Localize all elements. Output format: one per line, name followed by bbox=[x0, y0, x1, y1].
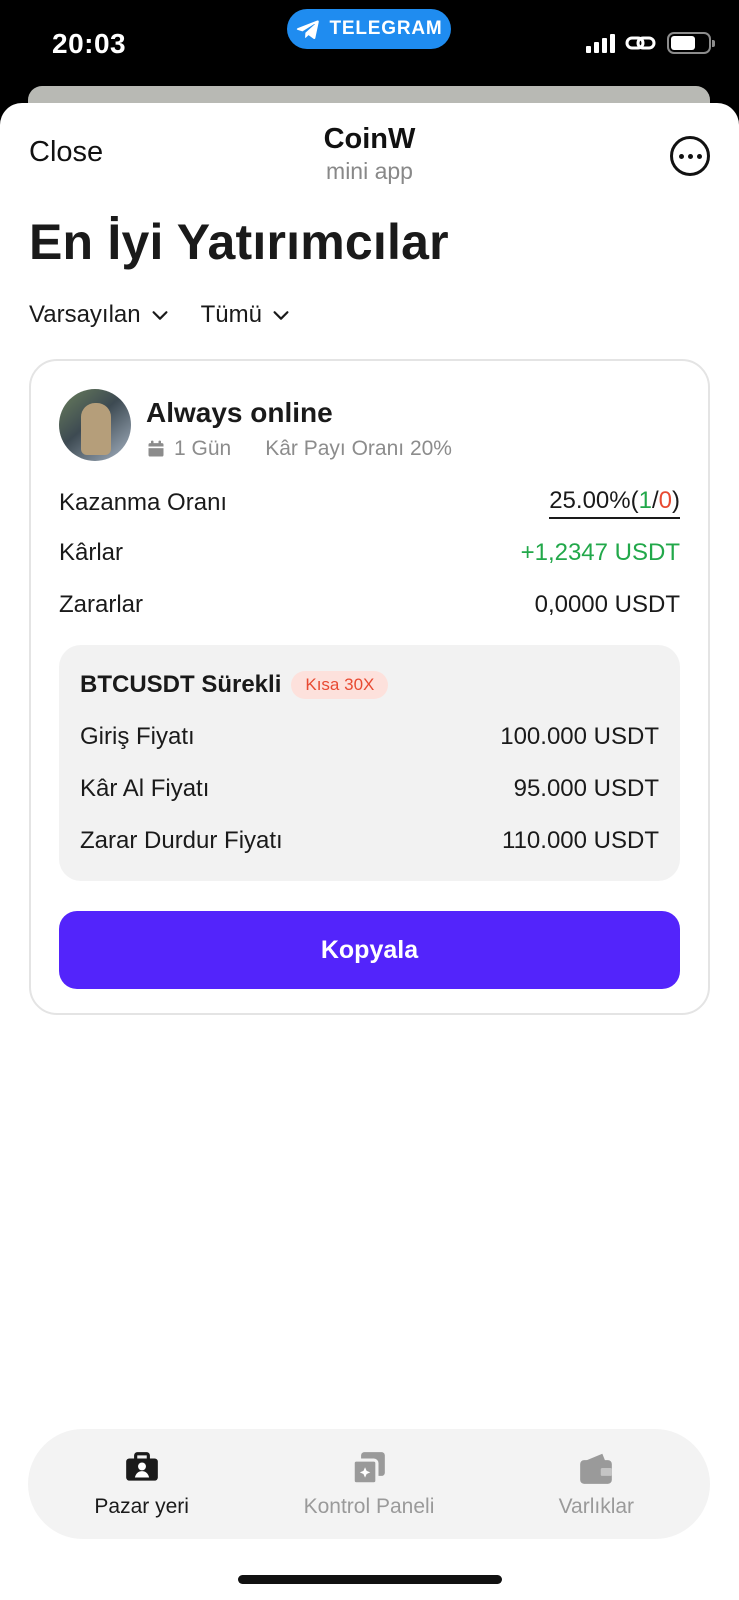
nav-dashboard[interactable]: Kontrol Paneli bbox=[269, 1449, 469, 1519]
trader-meta: 1 Gün Kâr Payı Oranı 20% bbox=[146, 437, 452, 461]
status-icons bbox=[586, 32, 715, 54]
battery-icon bbox=[667, 32, 715, 54]
calendar-icon bbox=[148, 440, 164, 457]
scope-filter-dropdown[interactable]: Tümü bbox=[201, 301, 292, 329]
take-profit-label: Kâr Al Fiyatı bbox=[80, 775, 210, 802]
position-symbol: BTCUSDT Sürekli bbox=[80, 671, 282, 698]
sort-filter-dropdown[interactable]: Varsayılan bbox=[29, 301, 171, 329]
nav-assets[interactable]: Varlıklar bbox=[496, 1449, 696, 1519]
stop-loss-row: Zarar Durdur Fiyatı 110.000 USDT bbox=[80, 827, 659, 855]
telegram-icon bbox=[297, 20, 320, 40]
app-title: CoinW bbox=[323, 123, 416, 155]
trader-name[interactable]: Always online bbox=[146, 397, 333, 429]
win-rate-value[interactable]: 25.00%(1/0) bbox=[549, 487, 680, 519]
filter-bar: Varsayılan Tümü bbox=[29, 301, 292, 329]
mini-app-sheet: Close CoinW mini app En İyi Yatırımcılar… bbox=[0, 103, 739, 1600]
app-subtitle: mini app bbox=[326, 158, 413, 184]
sort-filter-label: Varsayılan bbox=[29, 301, 141, 328]
stop-loss-value: 110.000 USDT bbox=[502, 827, 659, 854]
position-side-badge: Kısa 30X bbox=[291, 671, 389, 699]
more-icon bbox=[678, 153, 684, 159]
page-title: En İyi Yatırımcılar bbox=[29, 214, 449, 270]
link-icon bbox=[625, 36, 656, 50]
losses-value: 0,0000 USDT bbox=[534, 591, 680, 618]
wallet-icon bbox=[580, 1453, 613, 1484]
profits-value: +1,2347 USDT bbox=[520, 539, 680, 566]
copy-trade-button[interactable]: Kopyala bbox=[59, 911, 680, 989]
dashboard-icon bbox=[351, 1452, 385, 1486]
trader-avatar[interactable] bbox=[59, 389, 131, 461]
loss-count: 0 bbox=[658, 487, 672, 514]
home-indicator[interactable] bbox=[238, 1575, 502, 1584]
losses-row: Zararlar 0,0000 USDT bbox=[59, 591, 680, 619]
entry-price-value: 100.000 USDT bbox=[500, 723, 659, 750]
chevron-down-icon bbox=[273, 311, 289, 320]
status-time: 20:03 bbox=[52, 28, 127, 59]
entry-price-row: Giriş Fiyatı 100.000 USDT bbox=[80, 723, 659, 751]
profits-label: Kârlar bbox=[59, 539, 124, 566]
signal-icon bbox=[586, 33, 615, 53]
nav-marketplace-label: Pazar yeri bbox=[94, 1495, 189, 1518]
mini-app-header: Close CoinW mini app bbox=[0, 103, 739, 193]
profits-row: Kârlar +1,2347 USDT bbox=[59, 539, 680, 567]
profit-share-rate: Kâr Payı Oranı 20% bbox=[265, 437, 452, 460]
status-bar: 20:03 TELEGRAM bbox=[0, 0, 739, 86]
win-rate-row: Kazanma Oranı 25.00%(1/0) bbox=[59, 487, 680, 519]
chevron-down-icon bbox=[152, 311, 168, 320]
win-rate-label: Kazanma Oranı bbox=[59, 489, 228, 516]
position-box: BTCUSDT Sürekli Kısa 30X Giriş Fiyatı 10… bbox=[59, 645, 680, 881]
losses-label: Zararlar bbox=[59, 591, 144, 618]
stop-loss-label: Zarar Durdur Fiyatı bbox=[80, 827, 283, 854]
telegram-pill[interactable]: TELEGRAM bbox=[287, 9, 451, 49]
nav-dashboard-label: Kontrol Paneli bbox=[303, 1495, 435, 1518]
nav-marketplace[interactable]: Pazar yeri bbox=[42, 1449, 242, 1519]
scope-filter-label: Tümü bbox=[200, 301, 262, 328]
win-count: 1 bbox=[638, 487, 652, 514]
position-header: BTCUSDT Sürekli Kısa 30X bbox=[80, 671, 389, 699]
telegram-label: TELEGRAM bbox=[329, 18, 443, 39]
nav-assets-label: Varlıklar bbox=[558, 1495, 635, 1518]
trader-duration: 1 Gün bbox=[174, 437, 232, 460]
take-profit-value: 95.000 USDT bbox=[513, 775, 659, 802]
marketplace-icon bbox=[125, 1452, 158, 1481]
trader-card: Always online 1 Gün Kâr Payı Oranı 20% K… bbox=[29, 359, 710, 1015]
take-profit-row: Kâr Al Fiyatı 95.000 USDT bbox=[80, 775, 659, 803]
more-options-button[interactable] bbox=[670, 136, 710, 176]
entry-price-label: Giriş Fiyatı bbox=[80, 723, 195, 750]
bottom-nav: Pazar yeri Kontrol Paneli Varlıklar bbox=[28, 1429, 710, 1539]
